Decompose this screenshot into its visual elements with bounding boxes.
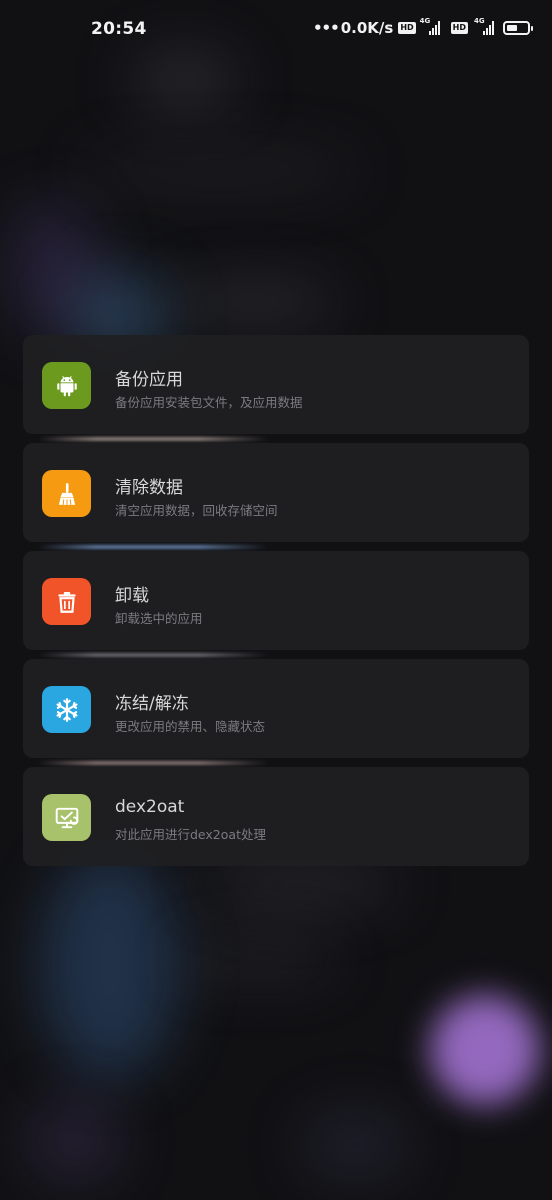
menu-item-icon-box [42, 470, 91, 517]
android-icon [56, 375, 77, 396]
snowflake-icon [55, 697, 78, 722]
menu-item-icon-box [42, 578, 91, 625]
menu-item-subtitle: 卸载选中的应用 [115, 611, 203, 626]
battery-fill [507, 25, 517, 31]
network-speed: 0.0K/s [340, 19, 394, 37]
backdrop-blur [300, 1110, 410, 1180]
menu-item-subtitle: 清空应用数据，回收存储空间 [115, 503, 278, 518]
screen: 20:54 ••• 0.0K/s HD 4G HD 4G 备份应用 备份应用安装… [0, 0, 552, 1200]
battery-icon [503, 21, 533, 35]
menu-item-title: 卸载 [115, 586, 149, 606]
backdrop-blur [170, 280, 340, 325]
network-type-label: 4G [419, 17, 431, 25]
monitor-refresh-icon [55, 807, 78, 828]
backdrop-blur [30, 1100, 120, 1180]
menu-item-backup[interactable]: 备份应用 备份应用安装包文件，及应用数据 [23, 335, 529, 441]
backdrop-blur [180, 940, 340, 980]
menu-item-clear-data[interactable]: 清除数据 清空应用数据，回收存储空间 [23, 443, 529, 549]
backdrop-blur [40, 850, 180, 1080]
status-dots: ••• [312, 19, 340, 37]
menu-item-title: 冻结/解冻 [115, 694, 189, 714]
menu-item-uninstall[interactable]: 卸载 卸载选中的应用 [23, 551, 529, 657]
hd-icon: HD [450, 22, 468, 34]
menu-item-dex2oat[interactable]: dex2oat 对此应用进行dex2oat处理 [23, 767, 529, 873]
menu-divider [38, 545, 268, 549]
menu-item-freeze[interactable]: 冻结/解冻 更改应用的禁用、隐藏状态 [23, 659, 529, 765]
app-action-menu: 备份应用 备份应用安装包文件，及应用数据 清除数据 清空应用数据，回收存储空间 [23, 335, 529, 875]
menu-item-icon-box [42, 794, 91, 841]
menu-item-title: 清除数据 [115, 478, 183, 498]
network-type-label: 4G [474, 17, 485, 25]
menu-item-title: 备份应用 [115, 370, 183, 390]
menu-divider [38, 437, 268, 441]
menu-item-subtitle: 备份应用安装包文件，及应用数据 [115, 395, 303, 410]
status-indicators: ••• 0.0K/s HD 4G HD 4G [312, 17, 533, 37]
menu-divider [38, 761, 268, 765]
signal-icon: 4G [420, 17, 440, 35]
menu-item-title: dex2oat [115, 797, 185, 817]
status-bar: 20:54 ••• 0.0K/s HD 4G HD 4G [0, 0, 552, 60]
menu-item-subtitle: 对此应用进行dex2oat处理 [115, 827, 266, 842]
menu-item-icon-box [42, 362, 91, 409]
menu-item-subtitle: 更改应用的禁用、隐藏状态 [115, 719, 266, 734]
signal-icon: 4G [474, 17, 494, 35]
trash-icon [57, 591, 76, 613]
floating-action-button-blur [430, 995, 540, 1105]
status-time: 20:54 [91, 19, 147, 39]
hd-icon: HD [398, 22, 416, 34]
menu-divider [38, 869, 268, 873]
menu-divider [38, 653, 268, 657]
menu-item-icon-box [42, 686, 91, 733]
broom-icon [58, 482, 75, 505]
backdrop-blur [80, 150, 360, 190]
